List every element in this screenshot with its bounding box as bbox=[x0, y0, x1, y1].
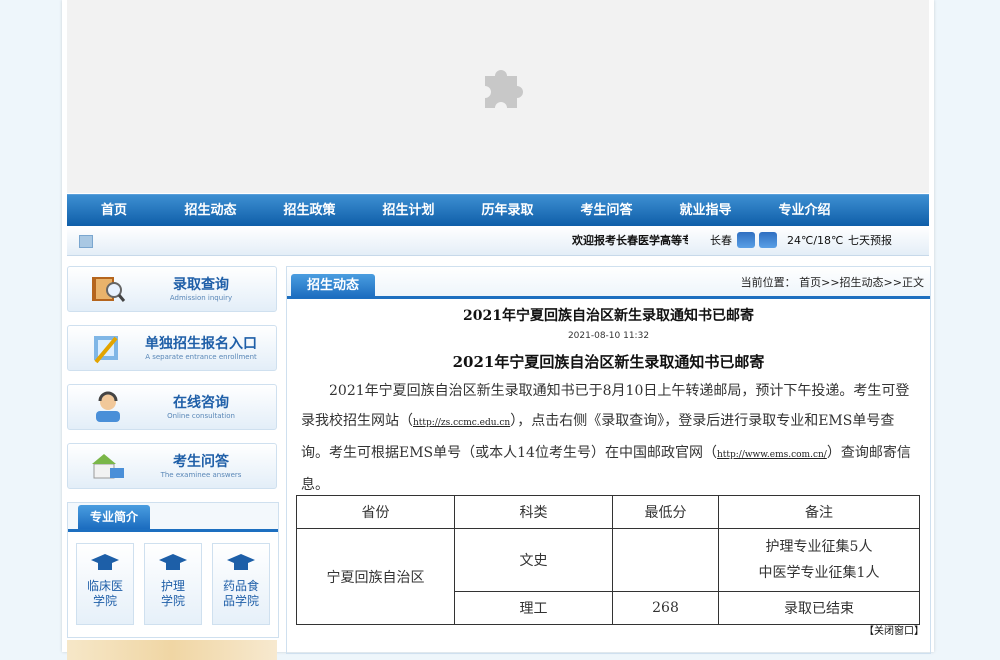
majors-box: 专业简介 临床医 学院 护理 学院 药品食 品学院 bbox=[67, 502, 279, 638]
quick-link-subtitle: A separate entrance enrollment bbox=[145, 353, 257, 361]
cell-note: 录取已结束 bbox=[718, 591, 920, 625]
quick-link-title: 录取查询 bbox=[173, 277, 229, 293]
welcome-marquee: 欢迎报考长春医学高等专科学校 bbox=[572, 234, 688, 247]
quick-link-title: 考生问答 bbox=[173, 454, 229, 470]
nav-history[interactable]: 历年录取 bbox=[458, 195, 557, 226]
article-panel: 招生动态 当前位置： 首页>>招生动态>>正文 2021年宁夏回族自治区新生录取… bbox=[286, 266, 931, 654]
forecast-link[interactable]: 七天预报 bbox=[848, 226, 892, 255]
cloud-rain-icon bbox=[737, 232, 755, 248]
main-nav: 首页 招生动态 招生政策 招生计划 历年录取 考生问答 就业指导 专业介绍 bbox=[67, 194, 929, 226]
cell-min-score: 268 bbox=[612, 591, 719, 625]
quick-link-admission[interactable]: 录取查询 Admission inquiry bbox=[67, 266, 277, 312]
info-bar: 欢迎报考长春医学高等专科学校 长春 24℃/18℃ 七天预报 bbox=[67, 226, 929, 256]
quick-link-qa[interactable]: 考生问答 The examinee answers bbox=[67, 443, 277, 489]
sidebar-banner-image[interactable] bbox=[67, 640, 277, 660]
quick-link-title: 单独招生报名入口 bbox=[145, 336, 257, 352]
book-magnifier-icon bbox=[92, 277, 126, 302]
quick-link-subtitle: Online consultation bbox=[167, 412, 235, 420]
col-note: 备注 bbox=[718, 495, 920, 529]
cell-type: 理工 bbox=[454, 591, 613, 625]
majors-title: 专业简介 bbox=[78, 505, 151, 529]
notice-icon bbox=[79, 235, 93, 248]
mail-house-icon bbox=[92, 454, 124, 479]
quick-link-subtitle: Admission inquiry bbox=[169, 294, 233, 302]
nav-career[interactable]: 就业指导 bbox=[656, 195, 755, 226]
weather-city: 长春 bbox=[710, 234, 732, 247]
quick-link-subtitle: The examinee answers bbox=[160, 471, 242, 479]
quick-link-consult[interactable]: 在线咨询 Online consultation bbox=[67, 384, 277, 430]
thunderstorm-icon bbox=[759, 232, 777, 248]
cell-province: 宁夏回族自治区 bbox=[296, 528, 455, 625]
graduation-cap-icon bbox=[227, 554, 255, 570]
nav-qa[interactable]: 考生问答 bbox=[557, 195, 656, 226]
article-heading: 2021年宁夏回族自治区新生录取通知书已邮寄 bbox=[452, 353, 765, 371]
score-table: 省份 科类 最低分 备注 宁夏回族自治区 文史 护理专业征集5人 中医学专业征集1… bbox=[296, 495, 920, 625]
major-item-pharmacy[interactable]: 药品食 品学院 bbox=[212, 543, 270, 625]
cell-min-score bbox=[612, 528, 719, 592]
graduation-cap-icon bbox=[159, 554, 187, 570]
article-body: 2021年宁夏回族自治区新生录取通知书已于8月10日上午转递邮局，预计下午投递。… bbox=[301, 383, 911, 493]
admission-site-link[interactable]: http://zs.ccmc.edu.cn bbox=[413, 418, 510, 428]
col-type: 科类 bbox=[454, 495, 613, 529]
cell-note: 护理专业征集5人 中医学专业征集1人 bbox=[718, 528, 920, 592]
cell-type: 文史 bbox=[454, 528, 613, 592]
ems-site-link[interactable]: http://www.ems.com.cn/ bbox=[717, 450, 827, 460]
tab-news[interactable]: 招生动态 bbox=[291, 274, 376, 298]
quick-link-enrollment[interactable]: 单独招生报名入口 A separate entrance enrollment bbox=[67, 325, 277, 371]
major-item-clinical[interactable]: 临床医 学院 bbox=[76, 543, 134, 625]
publish-date: 2021-08-10 11:32 bbox=[567, 331, 650, 341]
support-agent-icon bbox=[96, 391, 120, 422]
nav-plan[interactable]: 招生计划 bbox=[359, 195, 458, 226]
quick-link-title: 在线咨询 bbox=[173, 395, 229, 411]
nav-home[interactable]: 首页 bbox=[67, 195, 161, 226]
nav-majors[interactable]: 专业介绍 bbox=[755, 195, 854, 226]
puzzle-icon bbox=[485, 70, 523, 108]
major-item-nursing[interactable]: 护理 学院 bbox=[144, 543, 202, 625]
close-window-link[interactable]: 【关闭窗口】 bbox=[864, 622, 924, 637]
nav-news[interactable]: 招生动态 bbox=[161, 195, 260, 226]
nav-policy[interactable]: 招生政策 bbox=[260, 195, 359, 226]
col-province: 省份 bbox=[296, 495, 455, 529]
page-title: 2021年宁夏回族自治区新生录取通知书已邮寄 bbox=[463, 308, 754, 324]
pencil-doc-icon bbox=[94, 336, 118, 364]
breadcrumb: 当前位置： 首页>>招生动态>>正文 bbox=[740, 276, 924, 289]
page-container: 首页 招生动态 招生政策 招生计划 历年录取 考生问答 就业指导 专业介绍 欢迎… bbox=[62, 0, 934, 660]
left-sidebar: 录取查询 Admission inquiry 单独招生报名入口 A separa… bbox=[67, 266, 279, 660]
banner-placeholder bbox=[67, 0, 929, 193]
graduation-cap-icon bbox=[91, 554, 119, 570]
weather-temp: 24℃/18℃ bbox=[787, 234, 844, 247]
col-min-score: 最低分 bbox=[612, 495, 719, 529]
